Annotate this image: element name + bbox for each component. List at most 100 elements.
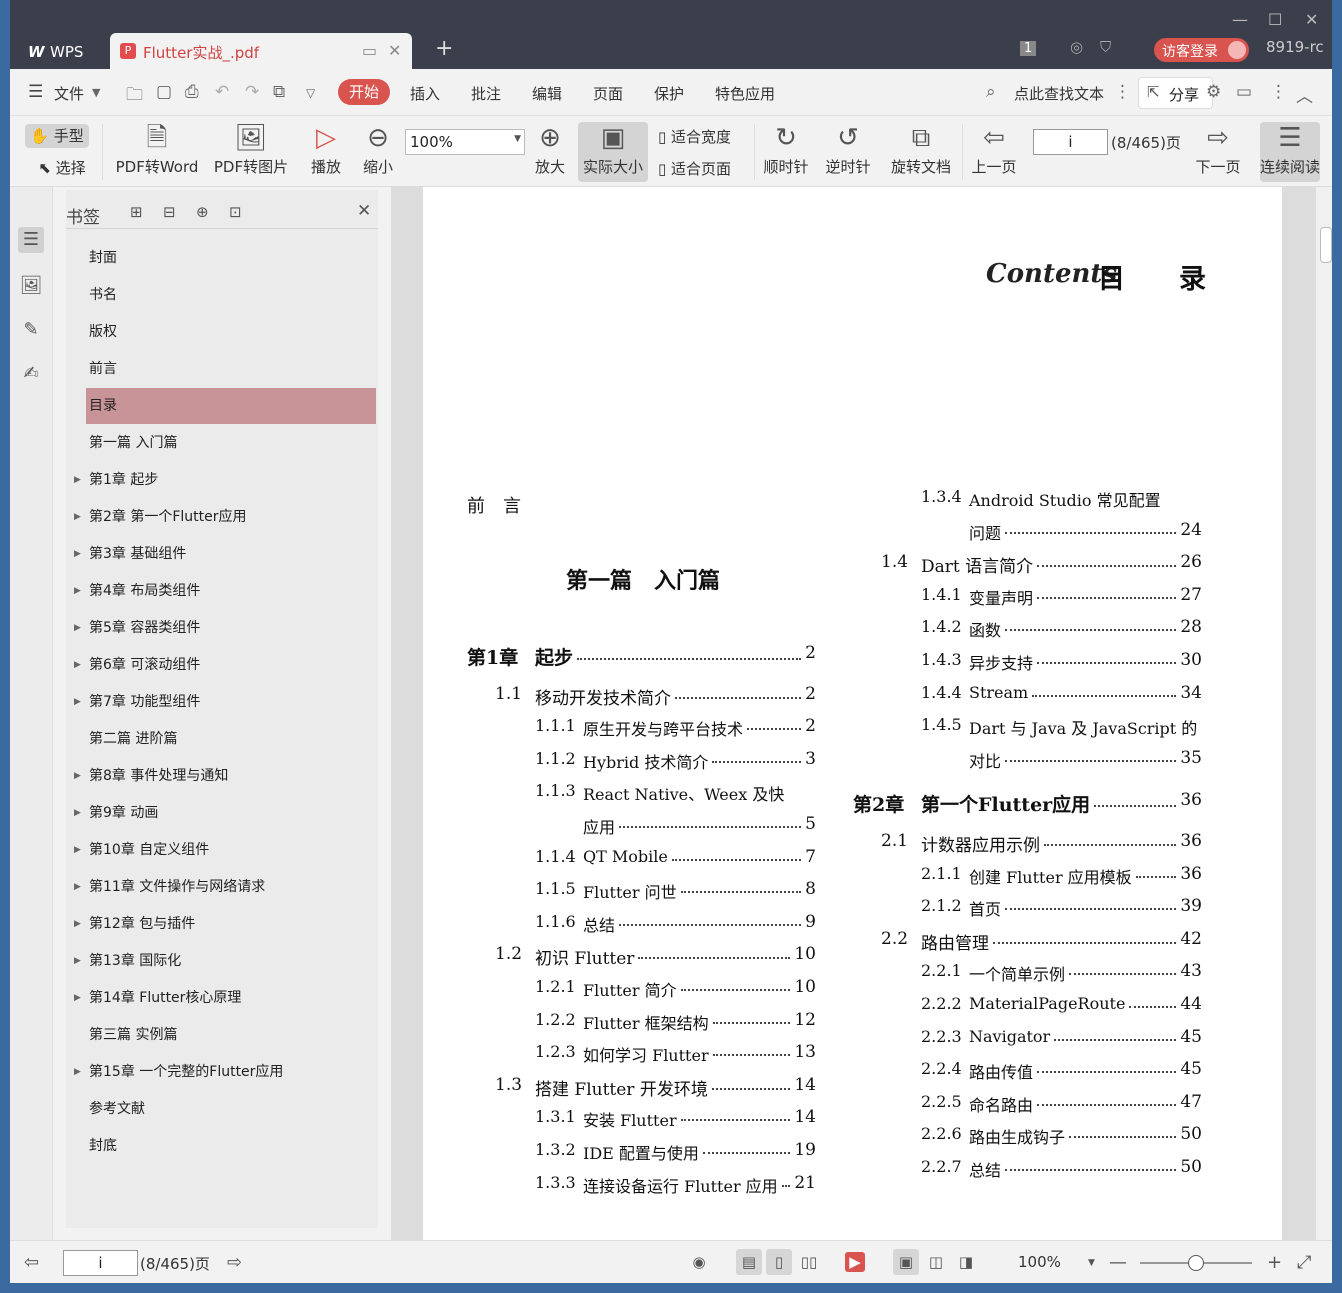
toc-title[interactable]: 安装 Flutter xyxy=(583,1107,677,1131)
rotate-counterclockwise-button[interactable]: ↺ 逆时针 xyxy=(822,122,874,177)
toc-title[interactable]: 对比 xyxy=(969,748,1001,772)
rotate-clockwise-button[interactable]: ↻ 顺时针 xyxy=(760,122,812,177)
chevron-down-icon[interactable]: ▼ xyxy=(92,86,100,99)
toc-title[interactable]: 移动开发技术简介 xyxy=(535,684,671,709)
pdf-to-word-button[interactable]: 🗎 PDF转Word xyxy=(110,122,204,177)
play-icon[interactable]: ▶ xyxy=(845,1252,865,1272)
more-dropdown-icon[interactable]: ▽ xyxy=(306,86,315,100)
gear-icon[interactable]: ⚙ xyxy=(1206,82,1221,102)
bookmark-item[interactable]: ▶ 第2章 第一个Flutter应用 xyxy=(74,499,376,535)
more-options-icon[interactable]: ⋮ xyxy=(1270,82,1287,102)
toc-title[interactable]: 起步 xyxy=(535,643,573,670)
next-page-icon[interactable]: ⇨ xyxy=(227,1252,242,1273)
status-page-input[interactable]: i xyxy=(63,1250,138,1276)
toc-title[interactable]: 初识 Flutter xyxy=(535,944,634,969)
zoom-out-icon[interactable]: — xyxy=(1109,1252,1127,1273)
fit-page-icon[interactable]: ◫ xyxy=(923,1249,949,1275)
thumbnail-icon[interactable]: 🖼 xyxy=(18,273,44,299)
toc-title[interactable]: 总结 xyxy=(969,1157,1001,1181)
close-tab-icon[interactable]: ✕ xyxy=(388,41,401,60)
two-page-icon[interactable]: ▯▯ xyxy=(796,1249,822,1275)
tab-edit[interactable]: 编辑 xyxy=(532,83,562,104)
zoom-select[interactable]: 100% ▼ xyxy=(405,129,525,155)
toc-title[interactable]: QT Mobile xyxy=(583,847,668,866)
continuous-reading-button[interactable]: ☰ 连续阅读 xyxy=(1260,122,1320,182)
toc-title[interactable]: MaterialPageRoute xyxy=(969,994,1125,1013)
comment-icon[interactable]: ▭ xyxy=(1236,82,1252,102)
tab-page[interactable]: 页面 xyxy=(593,83,623,104)
hamburger-icon[interactable]: ☰ xyxy=(28,82,43,102)
toc-title[interactable]: 路由管理 xyxy=(921,929,989,954)
toc-title[interactable]: 问题 xyxy=(969,520,1001,544)
expand-all-icon[interactable]: ⊞ xyxy=(130,203,143,221)
zoom-in-icon[interactable]: + xyxy=(1267,1252,1282,1273)
toc-title[interactable]: 第一个Flutter应用 xyxy=(921,790,1090,817)
eye-protection-icon[interactable]: ◉ xyxy=(686,1249,712,1275)
toc-title[interactable]: Navigator xyxy=(969,1027,1050,1046)
tab-insert[interactable]: 插入 xyxy=(410,83,440,104)
toc-title[interactable]: 搭建 Flutter 开发环境 xyxy=(535,1075,708,1100)
bookmark-item[interactable]: 版权 xyxy=(86,314,376,350)
select-tool-button[interactable]: ⬉ 选择 xyxy=(30,156,94,180)
undo-icon[interactable]: ↶ xyxy=(215,82,229,102)
tab-annotate[interactable]: 批注 xyxy=(471,83,501,104)
toc-title[interactable]: 命名路由 xyxy=(969,1092,1033,1116)
search-text[interactable]: 点此查找文本 xyxy=(1014,83,1104,104)
visitor-login-button[interactable]: 访客登录 xyxy=(1154,38,1249,62)
minimize-icon[interactable]: — xyxy=(1232,10,1248,29)
file-menu[interactable]: 文件 xyxy=(54,83,84,104)
new-tab-icon[interactable]: + xyxy=(435,36,453,61)
scrollbar-thumb[interactable] xyxy=(1320,227,1332,263)
fit-width-icon[interactable]: ◨ xyxy=(953,1249,979,1275)
page-input[interactable]: i xyxy=(1033,129,1108,155)
zoom-slider-knob[interactable] xyxy=(1188,1255,1204,1271)
expand-arrow-icon[interactable]: ▶ xyxy=(74,832,81,868)
bookmark-item[interactable]: ▶ 第9章 动画 xyxy=(74,795,376,831)
skin-icon[interactable]: ◎ xyxy=(1070,38,1083,56)
toc-title[interactable]: 函数 xyxy=(969,617,1001,641)
bookmark-item[interactable]: ▶ 第7章 功能型组件 xyxy=(74,684,376,720)
toc-title[interactable]: 应用 xyxy=(583,814,615,838)
toc-title[interactable]: 一个简单示例 xyxy=(969,961,1065,985)
document-tab[interactable]: P Flutter实战_.pdf ▭ ✕ xyxy=(110,33,412,69)
toc-title[interactable]: IDE 配置与使用 xyxy=(583,1140,699,1164)
toc-title[interactable]: Android Studio 常见配置 xyxy=(969,487,1161,511)
maximize-icon[interactable]: ☐ xyxy=(1268,10,1282,29)
document-area[interactable]: Contents 目 录 前 言 第一篇 入门篇 第1章 起步 2 1.1 移动开发技术… xyxy=(391,187,1316,1240)
annotation-icon[interactable]: ✎ xyxy=(18,317,44,343)
search-icon[interactable]: ⌕ xyxy=(986,82,996,102)
toc-title[interactable]: Dart 与 Java 及 JavaScript 的 xyxy=(969,715,1197,739)
toc-title[interactable]: 计数器应用示例 xyxy=(921,831,1040,856)
collapse-ribbon-icon[interactable]: ︿ xyxy=(1296,82,1313,107)
expand-arrow-icon[interactable]: ▶ xyxy=(74,980,81,1016)
tab-features[interactable]: 特色应用 xyxy=(715,83,775,104)
share-button[interactable]: ⇱ 分享 xyxy=(1138,77,1213,109)
toc-title[interactable]: 首页 xyxy=(969,896,1001,920)
vertical-scrollbar[interactable] xyxy=(1316,187,1332,1240)
hand-tool-button[interactable]: ✋ 手型 xyxy=(25,124,89,148)
tab-protect[interactable]: 保护 xyxy=(654,83,684,104)
expand-arrow-icon[interactable]: ▶ xyxy=(74,573,81,609)
open-folder-icon[interactable]: 🗀 xyxy=(126,82,143,111)
bookmark-item[interactable]: ▶ 第10章 自定义组件 xyxy=(74,832,376,868)
expand-arrow-icon[interactable]: ▶ xyxy=(74,1054,81,1090)
bookmark-item[interactable]: 第一篇 入门篇 xyxy=(86,425,376,461)
bookmark-item[interactable]: ▶ 第13章 国际化 xyxy=(74,943,376,979)
fit-width-button[interactable]: ▯ 适合宽度 xyxy=(658,126,748,147)
expand-arrow-icon[interactable]: ▶ xyxy=(74,795,81,831)
expand-arrow-icon[interactable]: ▶ xyxy=(74,943,81,979)
bookmark-item[interactable]: ▶ 第15章 一个完整的Flutter应用 xyxy=(74,1054,376,1090)
bookmark-item[interactable]: ▶ 第3章 基础组件 xyxy=(74,536,376,572)
actual-size-icon[interactable]: ▣ xyxy=(893,1249,919,1275)
actual-size-button[interactable]: ▣ 实际大小 xyxy=(578,122,648,182)
tab-count-badge[interactable]: 1 xyxy=(1020,41,1037,56)
status-zoom-value[interactable]: 100% xyxy=(1018,1253,1061,1271)
toc-title[interactable]: 总结 xyxy=(583,912,615,936)
pdf-to-image-button[interactable]: 🖼 PDF转图片 xyxy=(210,122,292,177)
toc-title[interactable]: 路由传值 xyxy=(969,1059,1033,1083)
zoom-out-button[interactable]: ⊖ 缩小 xyxy=(356,122,400,177)
close-panel-icon[interactable]: ✕ xyxy=(357,201,371,221)
bookmark-item[interactable]: ▶ 第8章 事件处理与通知 xyxy=(74,758,376,794)
toc-title[interactable]: 如何学习 Flutter xyxy=(583,1042,709,1066)
more-vertical-icon[interactable]: ⋮ xyxy=(1114,82,1131,102)
